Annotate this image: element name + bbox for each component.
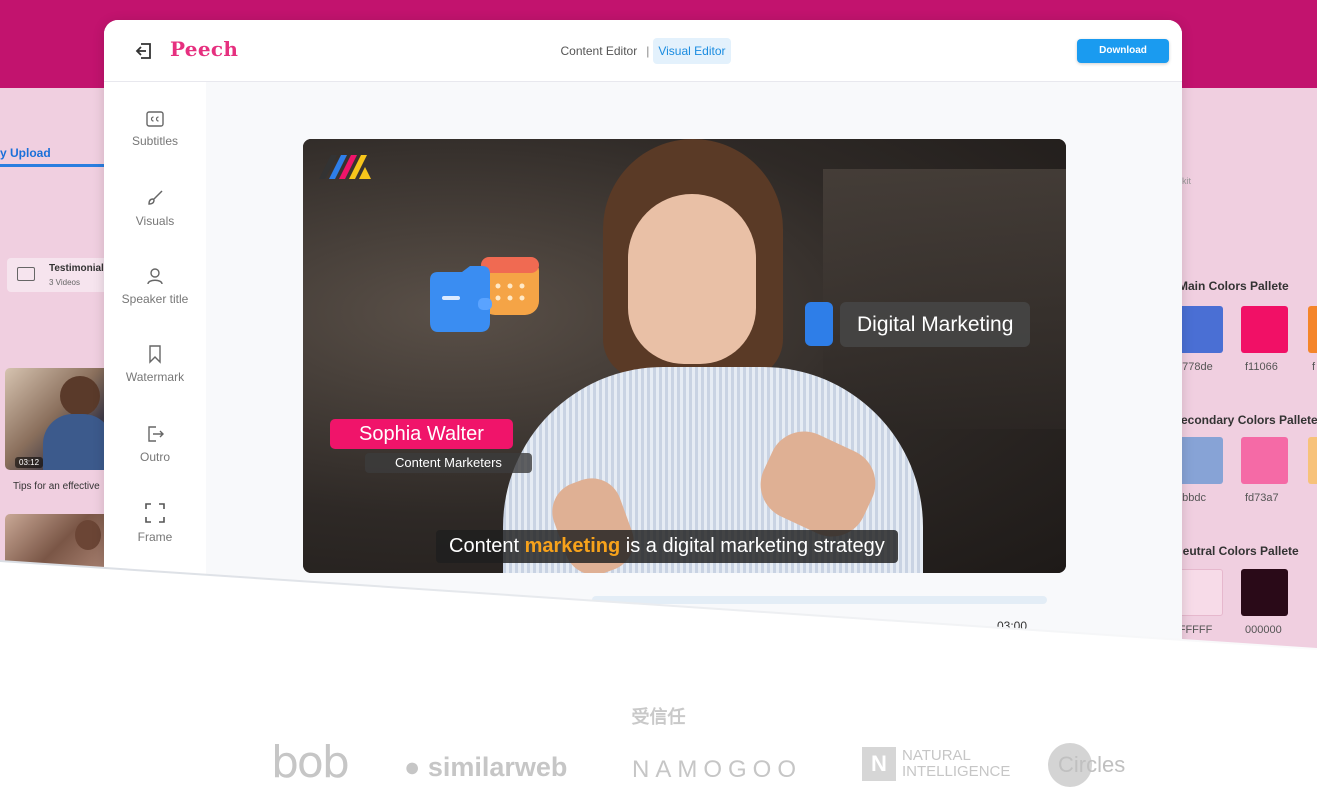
sidebar-item-speaker-title[interactable]: Speaker title (104, 266, 206, 332)
caption-text: is a digital marketing strategy (620, 535, 885, 557)
tab-content-editor[interactable]: Content Editor (556, 38, 643, 64)
sidebar-item-label: Subtitles (131, 134, 179, 148)
color-swatch[interactable] (1241, 569, 1288, 616)
background-media-panel: My Upload Testimonials 3 Videos 03:12 Ti… (0, 88, 117, 628)
sidebar-item-label: Watermark (125, 370, 185, 384)
timeline-progress-bar[interactable] (592, 596, 1047, 604)
exit-icon (148, 426, 164, 442)
brand-logo-similarweb: ● similarweb (404, 752, 568, 782)
brand-logo-natural-intelligence: N NATURAL INTELLIGENCE (862, 747, 1010, 781)
caption-highlight: marketing (524, 535, 621, 557)
sidebar: Subtitles Visuals Speaker title Watermar… (104, 82, 206, 660)
color-swatch[interactable] (1241, 306, 1288, 353)
swatch-label: f11066 (1245, 361, 1278, 373)
video-thumbnail[interactable] (5, 514, 115, 574)
sidebar-item-label: Frame (137, 530, 173, 544)
thumbnail-person-head (60, 376, 100, 416)
topic-accent (805, 302, 833, 346)
sidebar-item-label: Speaker title (121, 292, 189, 306)
color-swatch[interactable] (1176, 306, 1223, 353)
swatch-label: 000000 (1245, 624, 1282, 636)
sidebar-item-visuals[interactable]: Visuals (104, 188, 206, 254)
color-swatch[interactable] (1176, 437, 1223, 484)
topic-tag[interactable]: Digital Marketing (840, 302, 1031, 347)
sidebar-item-subtitles[interactable]: Subtitles (104, 110, 206, 176)
trusted-by-heading: 受信任 (631, 707, 686, 727)
video-preview[interactable]: Sophia Walter Content Marketers Digital … (303, 139, 1066, 573)
paintbrush-icon (148, 190, 163, 205)
swatch-label: f (1312, 361, 1316, 373)
brand-logo-circles: Circles (1048, 743, 1125, 787)
page-stage: My Upload Testimonials 3 Videos 03:12 Ti… (0, 0, 1317, 793)
kit-label: kit (1182, 176, 1191, 186)
brand-logo-namogoo: NAMOGOO (632, 756, 803, 783)
sidebar-item-label: Visuals (135, 214, 175, 228)
top-bar: Peech Content Editor | Visual Editor Downl… (104, 20, 1182, 82)
brand-logo-bob: bob (271, 737, 350, 788)
swatch-label: fd73a7 (1245, 492, 1279, 504)
sidebar-item-label: Outro (139, 450, 170, 464)
folder-card[interactable]: Testimonials 3 Videos (7, 258, 117, 292)
sidebar-item-frame[interactable]: Frame (104, 502, 206, 568)
frame-corners-icon (145, 503, 165, 523)
color-swatch[interactable] (1308, 306, 1317, 353)
similarweb-icon: ● (404, 752, 428, 782)
editor-window: Peech Content Editor | Visual Editor Downl… (104, 20, 1182, 660)
caption-text: Content (449, 535, 525, 557)
color-swatch[interactable] (1176, 569, 1223, 616)
video-duration: 03:00 (997, 619, 1028, 633)
editor-tabs: Content Editor | Visual Editor (104, 38, 1182, 64)
upload-tab-label[interactable]: My Upload (0, 146, 51, 160)
thumbnail-person-body (43, 414, 113, 470)
video-thumbnail[interactable]: 03:12 (5, 368, 115, 470)
main-palette-title: Main Colors Pallete (1178, 279, 1289, 293)
sidebar-item-watermark[interactable]: Watermark (104, 344, 206, 410)
watermark-logo-icon (319, 155, 371, 179)
secondary-palette-title: Secondary Colors Pallete (1173, 413, 1317, 427)
folder-calendar-3d-icon (430, 257, 539, 332)
thumbnail-duration: 03:12 (15, 457, 44, 468)
folder-count: 3 Videos (49, 278, 80, 287)
closed-captions-icon (146, 111, 164, 127)
speaker-name-tag[interactable]: Sophia Walter (330, 419, 513, 449)
speaker-face (628, 194, 756, 364)
folder-icon (17, 267, 35, 281)
color-swatch[interactable] (1308, 437, 1317, 484)
color-swatch[interactable] (1241, 437, 1288, 484)
user-icon (147, 268, 163, 285)
video-background-shelf (823, 169, 1066, 429)
upload-tab-underline (0, 164, 110, 167)
subtitle-caption[interactable]: Content marketing is a digital marketing… (436, 530, 898, 563)
neutral-palette-title: Neutral Colors Pallete (1174, 544, 1299, 558)
thumbnail-caption: Tips for an effective (13, 481, 100, 492)
brand-kit-panel: kit Main Colors Pallete 2778de f11066 f … (1172, 88, 1317, 658)
folder-name: Testimonials (49, 263, 110, 274)
download-button[interactable]: Download (1077, 39, 1169, 63)
speaker-role-tag[interactable]: Content Marketers (365, 453, 532, 473)
thumbnail-person-head (75, 520, 101, 550)
bookmark-icon (149, 345, 161, 364)
tab-separator: | (646, 44, 650, 58)
sidebar-item-outro[interactable]: Outro (104, 424, 206, 490)
tab-visual-editor[interactable]: Visual Editor (653, 38, 731, 64)
natural-intelligence-icon: N (862, 747, 896, 781)
